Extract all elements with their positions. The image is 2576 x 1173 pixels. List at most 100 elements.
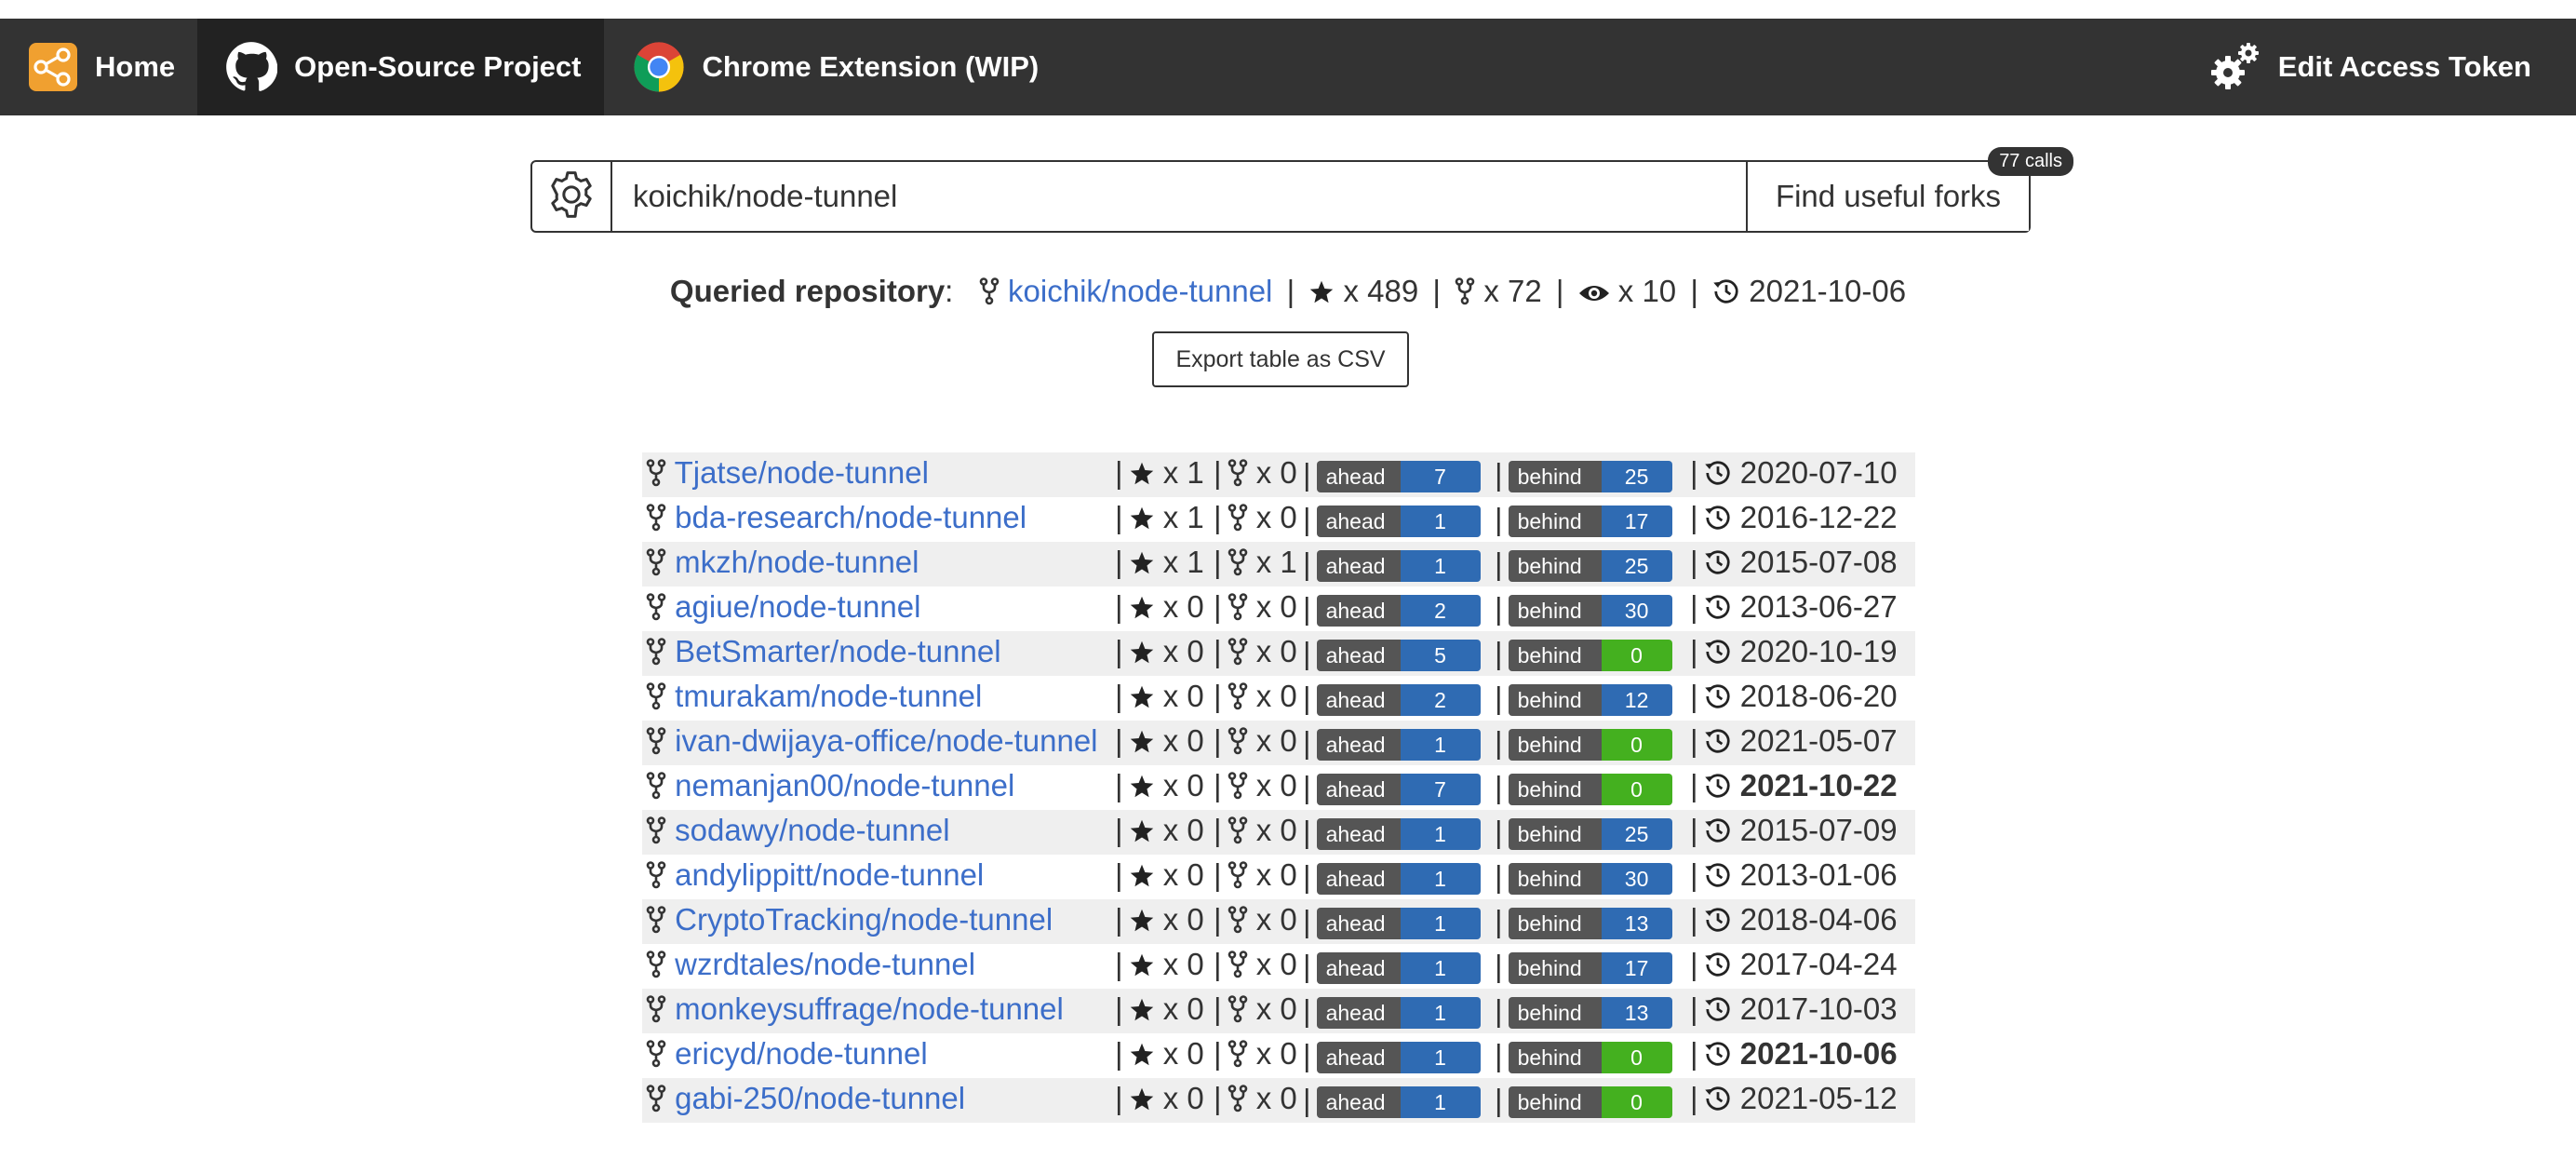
- fork-last-push-date: 2021-05-07: [1739, 723, 1898, 758]
- star-icon: [1129, 906, 1155, 941]
- clock-icon: [1704, 1085, 1732, 1120]
- fork-last-push-date: 2016-12-22: [1739, 500, 1898, 534]
- clock-icon: [1704, 772, 1732, 807]
- fork-repo-link[interactable]: andylippitt/node-tunnel: [675, 857, 984, 892]
- fork-last-push-date: 2021-10-06: [1739, 1036, 1898, 1071]
- fork-forks: x 0: [1255, 991, 1297, 1026]
- queried-repository-line: Queried repository: koichik/node-tunnel …: [0, 274, 2576, 313]
- fork-icon: [1228, 1085, 1248, 1120]
- ahead-badge: ahead 1: [1316, 863, 1481, 896]
- ahead-badge: ahead 1: [1316, 729, 1481, 762]
- fork-last-push-date: 2020-07-10: [1739, 455, 1898, 490]
- ahead-badge-label: ahead: [1316, 729, 1401, 762]
- behind-badge: behind 17: [1508, 506, 1672, 538]
- fork-repo-link[interactable]: monkeysuffrage/node-tunnel: [675, 991, 1064, 1026]
- ahead-count: 1: [1400, 506, 1481, 538]
- fork-repo-link[interactable]: CryptoTracking/node-tunnel: [675, 902, 1053, 937]
- fork-repo-link[interactable]: Tjatse/node-tunnel: [675, 455, 929, 490]
- fork-stars: x 0: [1162, 1081, 1204, 1115]
- behind-count: 0: [1601, 1042, 1672, 1074]
- fork-stars: x 0: [1162, 634, 1204, 668]
- clock-icon: [1704, 906, 1732, 941]
- ahead-count: 1: [1400, 1086, 1481, 1119]
- export-csv-button[interactable]: Export table as CSV: [1152, 331, 1409, 387]
- repository-search-input[interactable]: [612, 162, 1746, 231]
- nav-project-label: Open-Source Project: [294, 50, 582, 83]
- ahead-count: 1: [1400, 908, 1481, 940]
- fork-forks: x 0: [1255, 768, 1297, 802]
- nav-chrome-extension[interactable]: Chrome Extension (WIP): [604, 19, 1062, 115]
- fork-repo-link[interactable]: bda-research/node-tunnel: [675, 500, 1026, 534]
- nav-open-source-project[interactable]: Open-Source Project: [197, 19, 604, 115]
- star-icon: [1129, 951, 1155, 986]
- ahead-count: 2: [1400, 595, 1481, 627]
- star-icon: [1129, 772, 1155, 807]
- fork-last-push-date: 2017-04-24: [1739, 947, 1898, 981]
- behind-count: 13: [1601, 908, 1672, 940]
- fork-icon: [646, 727, 666, 762]
- fork-forks: x 0: [1255, 723, 1297, 758]
- fork-stars: x 0: [1162, 589, 1204, 624]
- behind-count: 0: [1601, 774, 1672, 806]
- behind-count: 0: [1601, 640, 1672, 672]
- queried-repo-link[interactable]: koichik/node-tunnel: [1008, 274, 1272, 308]
- home-logo-icon: [28, 42, 78, 92]
- fork-repo-link[interactable]: ivan-dwijaya-office/node-tunnel: [675, 723, 1097, 758]
- fork-repo-link[interactable]: mkzh/node-tunnel: [675, 545, 919, 579]
- fork-stars: x 1: [1162, 455, 1204, 490]
- settings-button[interactable]: [532, 162, 612, 231]
- behind-badge: behind 12: [1508, 684, 1672, 717]
- nav-home[interactable]: Home: [0, 19, 197, 115]
- fork-icon: [1228, 548, 1248, 584]
- ahead-count: 1: [1400, 550, 1481, 583]
- fork-repo-link[interactable]: wzrdtales/node-tunnel: [675, 947, 975, 981]
- fork-icon: [646, 459, 666, 494]
- fork-last-push-date: 2017-10-03: [1739, 991, 1898, 1026]
- fork-last-push-date: 2013-01-06: [1739, 857, 1898, 892]
- ahead-badge-label: ahead: [1316, 818, 1401, 851]
- fork-repo-link[interactable]: agiue/node-tunnel: [675, 589, 920, 624]
- ahead-badge: ahead 2: [1316, 684, 1481, 717]
- fork-stars: x 0: [1162, 723, 1204, 758]
- fork-row: mkzh/node-tunnel | x 1 | x 1 | ahead 1 | behind…: [642, 542, 1915, 586]
- ahead-badge-label: ahead: [1316, 684, 1401, 717]
- ahead-badge: ahead 1: [1316, 952, 1481, 985]
- clock-icon: [1704, 638, 1732, 673]
- fork-forks: x 0: [1255, 589, 1297, 624]
- fork-repo-link[interactable]: ericyd/node-tunnel: [675, 1036, 928, 1071]
- queried-forks: x 72: [1483, 274, 1542, 308]
- find-useful-forks-button[interactable]: Find useful forks: [1746, 162, 2029, 231]
- fork-row: gabi-250/node-tunnel | x 0 | x 0 | ahead 1 | be…: [642, 1078, 1915, 1123]
- behind-badge-label: behind: [1508, 1086, 1602, 1119]
- fork-icon: [1228, 727, 1248, 762]
- queried-label: Queried repository: [669, 274, 946, 308]
- behind-badge-label: behind: [1508, 863, 1602, 896]
- fork-row: andylippitt/node-tunnel | x 0 | x 0 | ahead 1…: [642, 855, 1915, 899]
- fork-repo-link[interactable]: tmurakam/node-tunnel: [675, 679, 982, 713]
- star-icon: [1129, 459, 1155, 494]
- fork-icon: [646, 638, 666, 673]
- fork-row: Tjatse/node-tunnel | x 1 | x 0 | ahead 7 | behi…: [642, 452, 1915, 497]
- fork-icon: [979, 277, 1000, 313]
- fork-row: bda-research/node-tunnel | x 1 | x 0 | ahead…: [642, 497, 1915, 542]
- star-icon: [1129, 593, 1155, 628]
- fork-last-push-date: 2015-07-08: [1739, 545, 1898, 579]
- fork-repo-link[interactable]: gabi-250/node-tunnel: [675, 1081, 965, 1115]
- ahead-badge: ahead 7: [1316, 774, 1481, 806]
- behind-count: 0: [1601, 1086, 1672, 1119]
- gears-icon: [2209, 41, 2261, 93]
- fork-repo-link[interactable]: sodawy/node-tunnel: [675, 813, 949, 847]
- behind-badge: behind 25: [1508, 550, 1672, 583]
- nav-edit-access-token[interactable]: Edit Access Token: [2181, 19, 2576, 115]
- fork-icon: [1228, 816, 1248, 852]
- fork-repo-link[interactable]: BetSmarter/node-tunnel: [675, 634, 1000, 668]
- ahead-count: 1: [1400, 997, 1481, 1030]
- fork-last-push-date: 2015-07-09: [1739, 813, 1898, 847]
- fork-forks: x 1: [1255, 545, 1297, 579]
- api-calls-badge: 77 calls: [1988, 147, 2073, 176]
- behind-count: 17: [1601, 952, 1672, 985]
- fork-icon: [1228, 638, 1248, 673]
- ahead-badge: ahead 1: [1316, 506, 1481, 538]
- fork-repo-link[interactable]: nemanjan00/node-tunnel: [675, 768, 1014, 802]
- settings-gear-icon: [545, 169, 597, 225]
